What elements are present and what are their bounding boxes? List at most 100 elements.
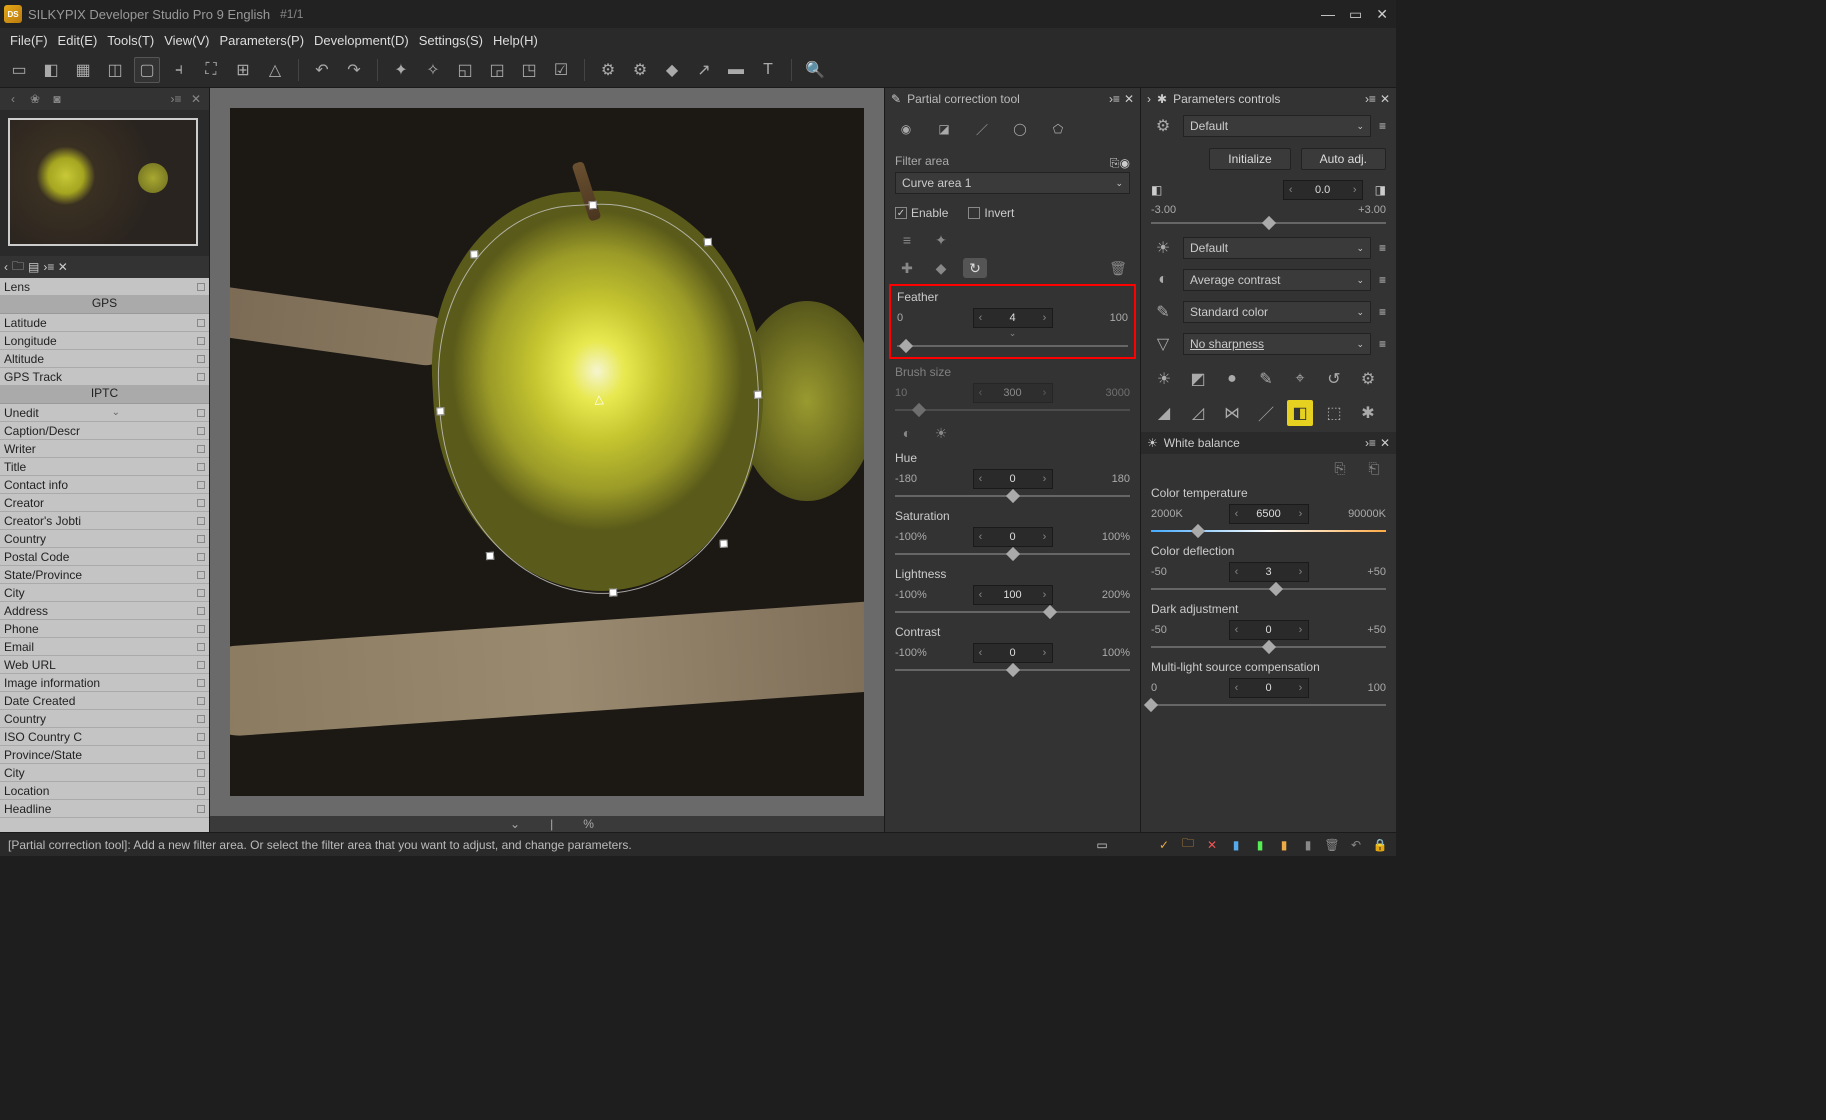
meta-longitude[interactable]: Longitude: [0, 332, 209, 350]
collapse-icon[interactable]: ›≡: [1365, 436, 1376, 450]
sphere-icon[interactable]: ●: [1219, 366, 1245, 392]
pencil-icon[interactable]: ✎: [1253, 366, 1279, 392]
text-icon[interactable]: T: [755, 57, 781, 83]
minimize-button[interactable]: —: [1321, 6, 1335, 23]
color-preset-dropdown[interactable]: Standard color⌄: [1183, 301, 1371, 323]
single-icon[interactable]: ▢: [134, 57, 160, 83]
sliders-icon[interactable]: ≡: [895, 230, 919, 250]
undo2-icon[interactable]: ↶: [1348, 837, 1364, 853]
gear2-icon[interactable]: ⚙: [627, 57, 653, 83]
grid2-icon[interactable]: ⊞: [230, 57, 256, 83]
fish-icon[interactable]: ⋈: [1219, 400, 1245, 426]
center-marker-icon[interactable]: △: [594, 392, 604, 406]
gear3-icon[interactable]: ⚙: [1355, 366, 1381, 392]
trash-icon[interactable]: 🗑: [1106, 258, 1130, 278]
close-panel-icon[interactable]: ✕: [1380, 436, 1390, 450]
meta-email[interactable]: Email: [0, 638, 209, 656]
reset-exposure-icon[interactable]: ◨: [1375, 183, 1386, 197]
split-icon[interactable]: ◫: [102, 57, 128, 83]
menu-dots-icon[interactable]: ≡: [1379, 119, 1386, 133]
camera-icon[interactable]: ◙: [48, 90, 66, 108]
curve-icon[interactable]: ◩: [1185, 366, 1211, 392]
undo-icon[interactable]: ↶: [309, 57, 335, 83]
trash2-icon[interactable]: 🗑: [1324, 837, 1340, 853]
close-button[interactable]: ✕: [1376, 6, 1388, 23]
dual-icon[interactable]: ⫞: [166, 57, 192, 83]
menu-file[interactable]: File(F): [6, 31, 52, 50]
tag3-icon[interactable]: ▮: [1276, 837, 1292, 853]
meta-imageinfo[interactable]: Image information: [0, 674, 209, 692]
multi-spinner[interactable]: ‹0›: [1229, 678, 1309, 698]
meta-country2[interactable]: Country: [0, 710, 209, 728]
drop2-icon[interactable]: ◢: [1151, 400, 1177, 426]
meta-altitude[interactable]: Altitude: [0, 350, 209, 368]
expand-icon[interactable]: ›≡: [167, 90, 185, 108]
color-circle-icon[interactable]: ◐: [895, 423, 919, 443]
list-icon[interactable]: ▤: [28, 260, 39, 274]
contrast-icon[interactable]: ◐: [1151, 268, 1175, 292]
collapse-icon[interactable]: ›≡: [1365, 92, 1376, 106]
warning-icon[interactable]: △: [262, 57, 288, 83]
expand-icon[interactable]: ›≡: [43, 260, 54, 274]
check-icon[interactable]: ✓: [1156, 837, 1172, 853]
saturation-spinner[interactable]: ‹0›: [973, 527, 1053, 547]
more-icon[interactable]: ✱: [1355, 400, 1381, 426]
deflection-track[interactable]: [1151, 588, 1386, 590]
close-panel-icon[interactable]: ✕: [1124, 92, 1134, 106]
close-panel-icon[interactable]: ✕: [58, 260, 68, 274]
menu-settings[interactable]: Settings(S): [415, 31, 487, 50]
exposure-track[interactable]: [1151, 222, 1386, 224]
wand1-icon[interactable]: ✦: [388, 57, 414, 83]
meta-gpstrack[interactable]: GPS Track: [0, 368, 209, 386]
meta-province[interactable]: Province/State: [0, 746, 209, 764]
hue-track[interactable]: [895, 495, 1130, 497]
contrast-spinner[interactable]: ‹0›: [973, 643, 1053, 663]
tag2-icon[interactable]: ▮: [1252, 837, 1268, 853]
meta-lens[interactable]: Lens: [0, 278, 209, 296]
dark-track[interactable]: [1151, 646, 1386, 648]
folder-icon[interactable]: 🗀: [12, 257, 24, 278]
folder-icon[interactable]: 🗀: [1180, 837, 1196, 853]
menu-tools[interactable]: Tools(T): [103, 31, 158, 50]
triangle-icon[interactable]: ◿: [1185, 400, 1211, 426]
autoadj-button[interactable]: Auto adj.: [1301, 148, 1386, 170]
meta-state[interactable]: State/Province: [0, 566, 209, 584]
focus-icon[interactable]: ⌖: [1287, 366, 1313, 392]
contrast-track[interactable]: [895, 669, 1130, 671]
copy-wb-icon[interactable]: ⎘: [1328, 458, 1352, 478]
sharpness-icon[interactable]: ▽: [1151, 332, 1175, 356]
meta-creatorsjob[interactable]: Creator's Jobti: [0, 512, 209, 530]
collapse-icon[interactable]: ›≡: [1109, 92, 1120, 106]
close-panel-icon[interactable]: ✕: [187, 90, 205, 108]
meta-address[interactable]: Address: [0, 602, 209, 620]
temp-track[interactable]: [1151, 530, 1386, 532]
meta-datecreated[interactable]: Date Created: [0, 692, 209, 710]
screen-icon[interactable]: ▬: [723, 57, 749, 83]
saturation-track[interactable]: [895, 553, 1130, 555]
copy-icon[interactable]: ⎘: [1110, 156, 1120, 171]
gear1-icon[interactable]: ⚙: [595, 57, 621, 83]
erase-point-icon[interactable]: ◆: [929, 258, 953, 278]
sun2-icon[interactable]: ☀: [1151, 366, 1177, 392]
brush2-icon[interactable]: ／: [1253, 400, 1279, 426]
meta-contact[interactable]: Contact info: [0, 476, 209, 494]
spinner-inc-icon[interactable]: ›: [1038, 312, 1052, 324]
meta-unedit[interactable]: Unedit⌄: [0, 404, 209, 422]
globe-icon[interactable]: ◉: [1120, 156, 1130, 170]
initialize-button[interactable]: Initialize: [1209, 148, 1290, 170]
meta-location[interactable]: Location: [0, 782, 209, 800]
dark-spinner[interactable]: ‹0›: [1229, 620, 1309, 640]
exposure-icon[interactable]: ◧: [1151, 183, 1162, 197]
paste-wb-icon[interactable]: ⎗: [1362, 458, 1386, 478]
contrast-preset-dropdown[interactable]: Average contrast⌄: [1183, 269, 1371, 291]
zoom-dropdown-icon[interactable]: ⌄: [510, 817, 520, 831]
crop-icon[interactable]: ◱: [452, 57, 478, 83]
feather-track[interactable]: [897, 345, 1128, 347]
menu-view[interactable]: View(V): [160, 31, 213, 50]
lightness-track[interactable]: [895, 611, 1130, 613]
meta-title[interactable]: Title: [0, 458, 209, 476]
ellipse-icon[interactable]: ◯: [1009, 118, 1031, 140]
sun-icon[interactable]: ☀: [1151, 236, 1175, 260]
preset-dropdown[interactable]: Default⌄: [1183, 115, 1371, 137]
layout2-icon[interactable]: ◧: [38, 57, 64, 83]
